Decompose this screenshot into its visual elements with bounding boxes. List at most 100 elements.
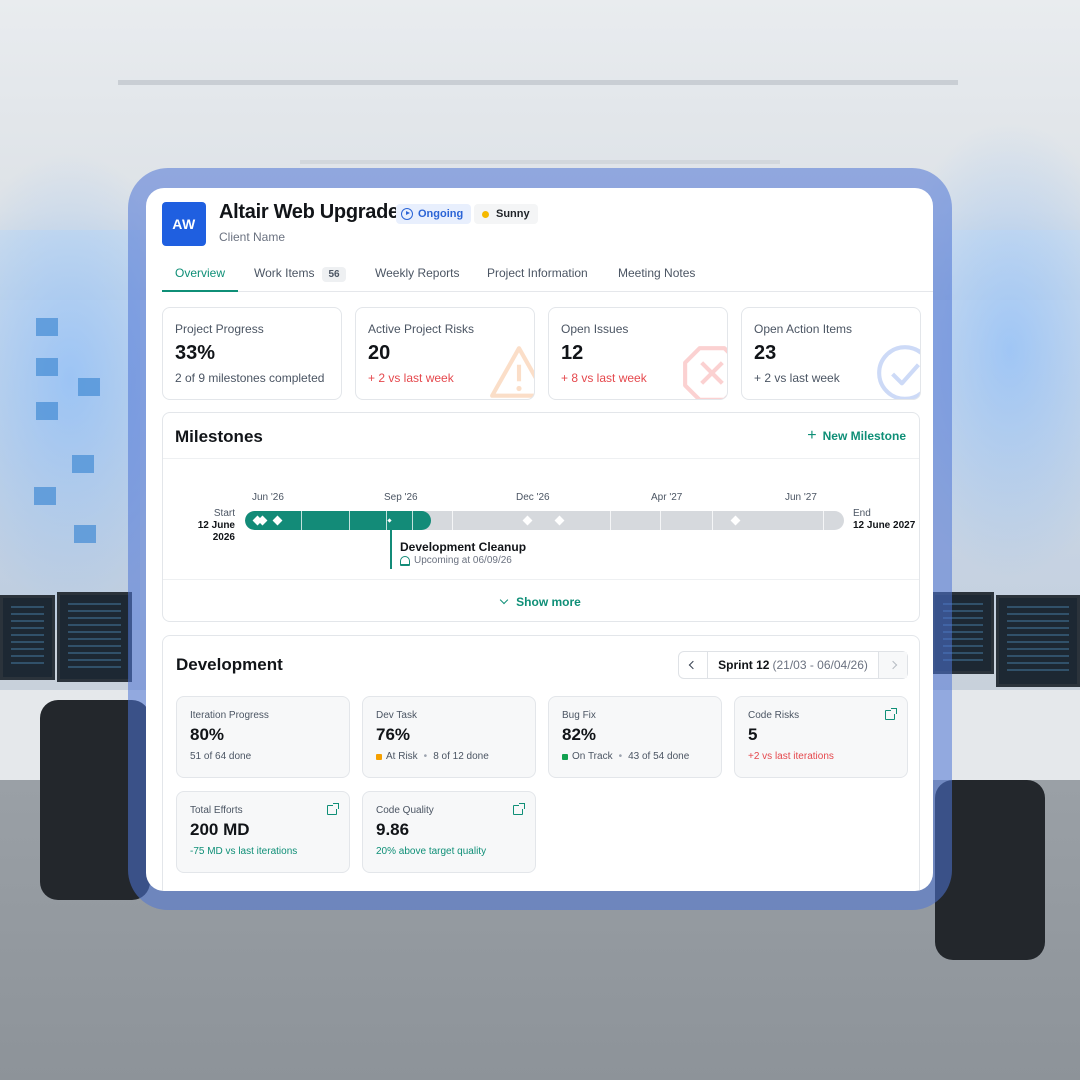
- milestone-marker[interactable]: [730, 515, 741, 526]
- start-date: 12 June 2026: [197, 520, 235, 543]
- flowchart-box: [74, 525, 96, 543]
- metric-subtext: At Risk • 8 of 12 done: [376, 751, 522, 762]
- next-sprint-button[interactable]: [878, 652, 907, 678]
- stat-card-active-risks[interactable]: Active Project Risks 20 + 2 vs last week: [355, 307, 535, 400]
- sprint-name: Sprint 12: [718, 658, 770, 672]
- show-more-button[interactable]: Show more: [163, 595, 919, 609]
- health-badge: Sunny: [474, 204, 538, 224]
- stat-value: 33%: [175, 342, 216, 364]
- metric-subtext: 51 of 64 done: [190, 751, 252, 762]
- timeline-start: Start 12 June 2026: [173, 508, 235, 544]
- metric-card-dev-task[interactable]: Dev Task 76% At Risk • 8 of 12 done: [362, 696, 536, 778]
- milestone-marker[interactable]: [554, 515, 565, 526]
- milestones-panel: Milestones + New Milestone Jun '26 Sep '…: [162, 412, 920, 622]
- timeline-segment-divider: [660, 511, 661, 530]
- tab-project-information[interactable]: Project Information: [487, 266, 588, 292]
- flowchart-box: [36, 318, 58, 336]
- development-title: Development: [176, 655, 283, 674]
- metric-label: Code Risks: [748, 710, 800, 721]
- timeline-segment-divider: [610, 511, 611, 530]
- tab-overview[interactable]: Overview: [162, 266, 239, 292]
- metric-value: 76%: [376, 725, 411, 744]
- previous-sprint-button[interactable]: [679, 652, 708, 678]
- timeline-end: End 12 June 2027: [853, 508, 915, 532]
- metric-value: 5: [748, 725, 758, 744]
- timeline-segment-divider: [349, 511, 350, 530]
- metric-detail: 43 of 54 done: [628, 751, 690, 762]
- stat-card-open-issues[interactable]: Open Issues 12 + 8 vs last week: [548, 307, 728, 400]
- tab-work-items[interactable]: Work Items 56: [254, 266, 346, 292]
- plus-icon: +: [807, 427, 817, 444]
- tab-weekly-reports[interactable]: Weekly Reports: [375, 266, 459, 292]
- status-badge: Ongoing: [396, 204, 472, 224]
- metric-value: 80%: [190, 725, 225, 744]
- flowchart-box: [34, 487, 56, 505]
- metric-card-code-risks[interactable]: Code Risks 5 +2 vs last iterations: [734, 696, 908, 778]
- flowchart-box: [78, 378, 100, 396]
- tab-bar: Overview Work Items 56 Weekly Reports Pro…: [162, 262, 933, 292]
- stat-card-project-progress[interactable]: Project Progress 33% 2 of 9 milestones c…: [162, 307, 342, 400]
- metric-status: On Track: [572, 751, 613, 762]
- metric-card-bug-fix[interactable]: Bug Fix 82% On Track • 43 of 54 done: [548, 696, 722, 778]
- metric-detail: 8 of 12 done: [433, 751, 489, 762]
- stat-card-open-action-items[interactable]: Open Action Items 23 + 2 vs last week: [741, 307, 921, 400]
- metric-value: 200 MD: [190, 820, 250, 839]
- ceiling-light: [300, 160, 780, 164]
- show-more-label: Show more: [516, 595, 581, 609]
- external-link-icon[interactable]: [327, 803, 339, 815]
- timeline-tick-label: Sep '26: [384, 492, 418, 503]
- external-link-icon[interactable]: [513, 803, 525, 815]
- timeline-segment-divider: [452, 511, 453, 530]
- tab-label: Weekly Reports: [375, 266, 460, 280]
- stat-label: Open Action Items: [754, 322, 853, 336]
- end-label: End: [853, 508, 871, 519]
- metric-card-total-efforts[interactable]: Total Efforts 200 MD -75 MD vs last iter…: [176, 791, 350, 873]
- flowchart-box: [36, 402, 58, 420]
- timeline-tick-label: Jun '27: [785, 492, 817, 503]
- stat-label: Project Progress: [175, 322, 264, 336]
- monitor: [0, 595, 55, 680]
- monitor: [996, 595, 1080, 687]
- divider: [163, 458, 919, 459]
- milestone-marker[interactable]: [522, 515, 533, 526]
- external-link-icon[interactable]: [885, 708, 897, 720]
- metric-value: 82%: [562, 725, 597, 744]
- client-name: Client Name: [219, 230, 286, 244]
- tab-label: Project Information: [487, 266, 588, 280]
- chevron-left-icon: [688, 660, 698, 670]
- metric-card-iteration-progress[interactable]: Iteration Progress 80% 51 of 64 done: [176, 696, 350, 778]
- divider: [163, 579, 919, 580]
- status-badge-label: Ongoing: [418, 208, 464, 220]
- tab-label: Overview: [175, 266, 226, 280]
- upcoming-milestone-title[interactable]: Development Cleanup: [400, 540, 526, 554]
- tab-meeting-notes[interactable]: Meeting Notes: [618, 266, 695, 292]
- chevron-right-icon: [888, 660, 898, 670]
- status-square-icon: [376, 753, 382, 760]
- timeline-tick-label: Apr '27: [651, 492, 683, 503]
- new-milestone-button[interactable]: + New Milestone: [807, 427, 906, 444]
- metric-subtext: 20% above target quality: [376, 846, 487, 857]
- status-square-icon: [562, 753, 568, 760]
- monitor: [57, 592, 132, 682]
- separator-dot: •: [618, 751, 623, 762]
- health-badge-label: Sunny: [496, 208, 530, 220]
- upcoming-milestone-date: Upcoming at 06/09/26: [400, 555, 512, 566]
- sprint-label[interactable]: Sprint 12 (21/03 - 06/04/26): [708, 652, 878, 678]
- flowchart-box: [36, 358, 58, 376]
- timeline-segment-divider: [823, 511, 824, 530]
- project-title: Altair Web Upgrade: [219, 201, 399, 223]
- metric-subtext: +2 vs last iterations: [748, 751, 834, 762]
- milestone-timeline-track[interactable]: [245, 511, 844, 530]
- warning-icon: [490, 346, 534, 398]
- bell-icon: [400, 555, 410, 566]
- timeline-segment-divider: [412, 511, 413, 530]
- metric-status: At Risk: [386, 751, 418, 762]
- flowchart-box: [72, 455, 94, 473]
- metric-card-code-quality[interactable]: Code Quality 9.86 20% above target quali…: [362, 791, 536, 873]
- work-items-count-badge: 56: [322, 267, 346, 282]
- timeline-segment-divider: [712, 511, 713, 530]
- timeline-segment-divider: [301, 511, 302, 530]
- metric-value: 9.86: [376, 820, 410, 839]
- status-dot-icon: [482, 210, 489, 218]
- metric-label: Code Quality: [376, 805, 434, 816]
